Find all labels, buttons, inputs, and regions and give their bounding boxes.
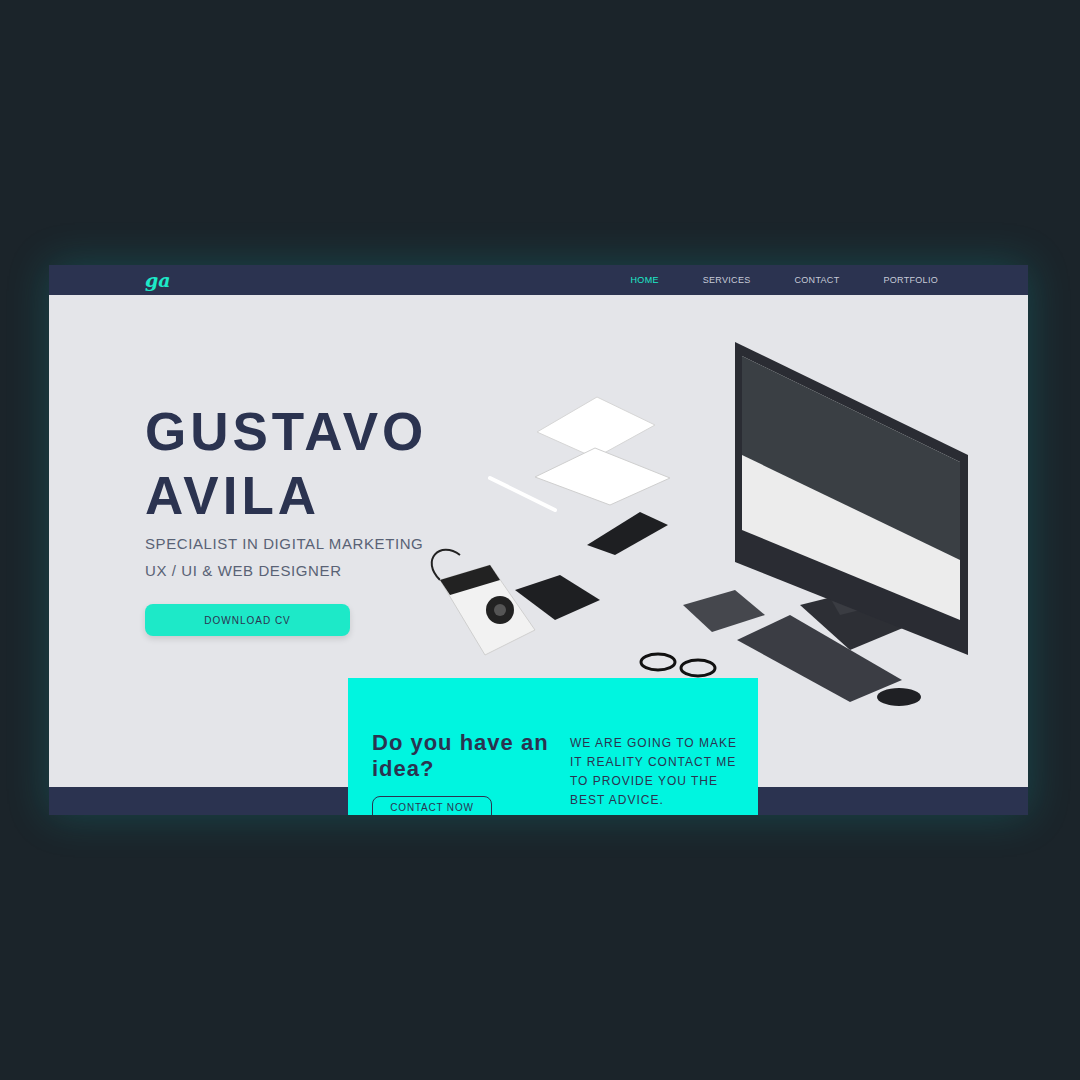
download-cv-button[interactable]: DOWNLOAD CV (145, 604, 350, 636)
camera-icon (432, 550, 535, 655)
phone-icon (515, 575, 600, 620)
card-left: Do you have an idea? CONTACT NOW (372, 730, 550, 815)
card-title: Do you have an idea? (372, 730, 550, 782)
trackpad-icon (683, 590, 765, 632)
website-mockup: ga HOME SERVICES CONTACT PORTFOLIO GUSTAVOAVI… (49, 265, 1028, 815)
nav-menu: HOME SERVICES CONTACT PORTFOLIO (631, 275, 938, 285)
keyboard-icon (737, 615, 902, 702)
idea-card: Do you have an idea? CONTACT NOW WE ARE GO… (348, 678, 758, 815)
monitor-icon (735, 342, 968, 655)
nav-bar: ga HOME SERVICES CONTACT PORTFOLIO (49, 265, 1028, 295)
contact-now-button[interactable]: CONTACT NOW (372, 796, 492, 815)
hero-text: GUSTAVOAVILASPECIALIST IN DIGITAL MARKET… (145, 400, 445, 636)
phone-icon (587, 512, 668, 555)
logo[interactable]: ga (145, 271, 171, 290)
nav-item[interactable]: HOME (631, 275, 659, 285)
hero-subtitle: SPECIALIST IN DIGITAL MARKETINGUX / UI &… (145, 530, 445, 584)
mouse-icon (877, 688, 921, 706)
card-body: WE ARE GOING TO MAKE IT REALITY CONTACT … (570, 734, 738, 815)
nav-item[interactable]: CONTACT (795, 275, 840, 285)
hero-title: GUSTAVOAVILA (145, 400, 445, 528)
glasses-icon (641, 654, 715, 676)
nav-item[interactable]: PORTFOLIO (883, 275, 938, 285)
tablet-icon (535, 448, 670, 505)
devices-illustration (425, 330, 1005, 730)
page: ga HOME SERVICES CONTACT PORTFOLIO GUSTAVOAVI… (0, 0, 1080, 1080)
pen-icon (490, 478, 555, 510)
nav-item[interactable]: SERVICES (703, 275, 751, 285)
